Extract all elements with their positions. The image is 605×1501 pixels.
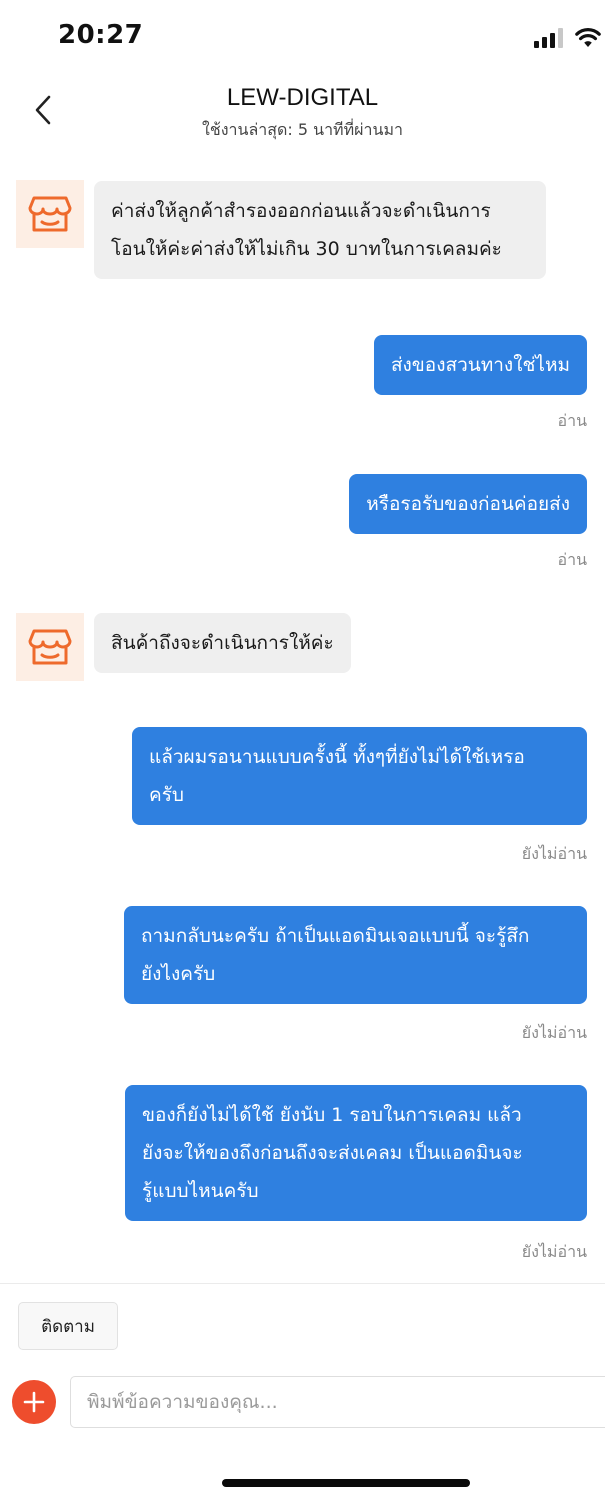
shop-icon (28, 196, 72, 232)
last-active-status: ใช้งานล่าสุด: 5 นาทีที่ผ่านมา (202, 120, 403, 139)
add-attachment-button[interactable] (12, 1380, 56, 1424)
read-status: อ่าน (557, 550, 587, 569)
chat-header: LEW-DIGITAL ใช้งานล่าสุด: 5 นาทีที่ผ่านม… (0, 70, 605, 160)
composer-area: ติดตาม (0, 1283, 605, 1501)
outgoing-message-bubble[interactable]: ถามกลับนะครับ ถ้าเป็นแอดมินเจอแบบนี้ จะร… (124, 906, 587, 1004)
follow-button[interactable]: ติดตาม (18, 1302, 118, 1350)
home-indicator (222, 1479, 470, 1487)
outgoing-message-bubble[interactable]: หรือรอรับของก่อนค่อยส่ง (349, 474, 587, 534)
outgoing-message-bubble[interactable]: ส่งของสวนทางใช่ไหม (373, 335, 587, 395)
signal-icon (534, 28, 563, 48)
read-status: อ่าน (557, 411, 587, 430)
status-bar: 20:27 (0, 0, 605, 70)
status-time: 20:27 (58, 20, 144, 50)
shop-avatar[interactable] (16, 613, 84, 681)
outgoing-message-bubble[interactable]: แล้วผมรอนานแบบครั้งนี้ ทั้งๆที่ยังไม่ได้… (132, 727, 587, 825)
plus-icon (23, 1391, 45, 1413)
outgoing-message-bubble[interactable]: ของก็ยังไม่ได้ใช้ ยังนับ 1 รอบในการเคลม … (125, 1085, 587, 1221)
message-input[interactable] (70, 1376, 605, 1428)
shop-icon (28, 629, 72, 665)
read-status: ยังไม่อ่าน (521, 844, 587, 863)
wifi-icon (575, 28, 601, 47)
read-status: ยังไม่อ่าน (521, 1023, 587, 1042)
shop-avatar[interactable] (16, 180, 84, 248)
message-list[interactable]: ค่าส่งให้ลูกค้าสำรองออกก่อนแล้วจะดำเนินก… (0, 160, 605, 1282)
read-status: ยังไม่อ่าน (521, 1242, 587, 1261)
incoming-message-bubble[interactable]: ค่าส่งให้ลูกค้าสำรองออกก่อนแล้วจะดำเนินก… (94, 181, 546, 279)
page-title: LEW-DIGITAL (226, 84, 379, 111)
incoming-message-bubble[interactable]: สินค้าถึงจะดำเนินการให้ค่ะ (94, 613, 351, 673)
